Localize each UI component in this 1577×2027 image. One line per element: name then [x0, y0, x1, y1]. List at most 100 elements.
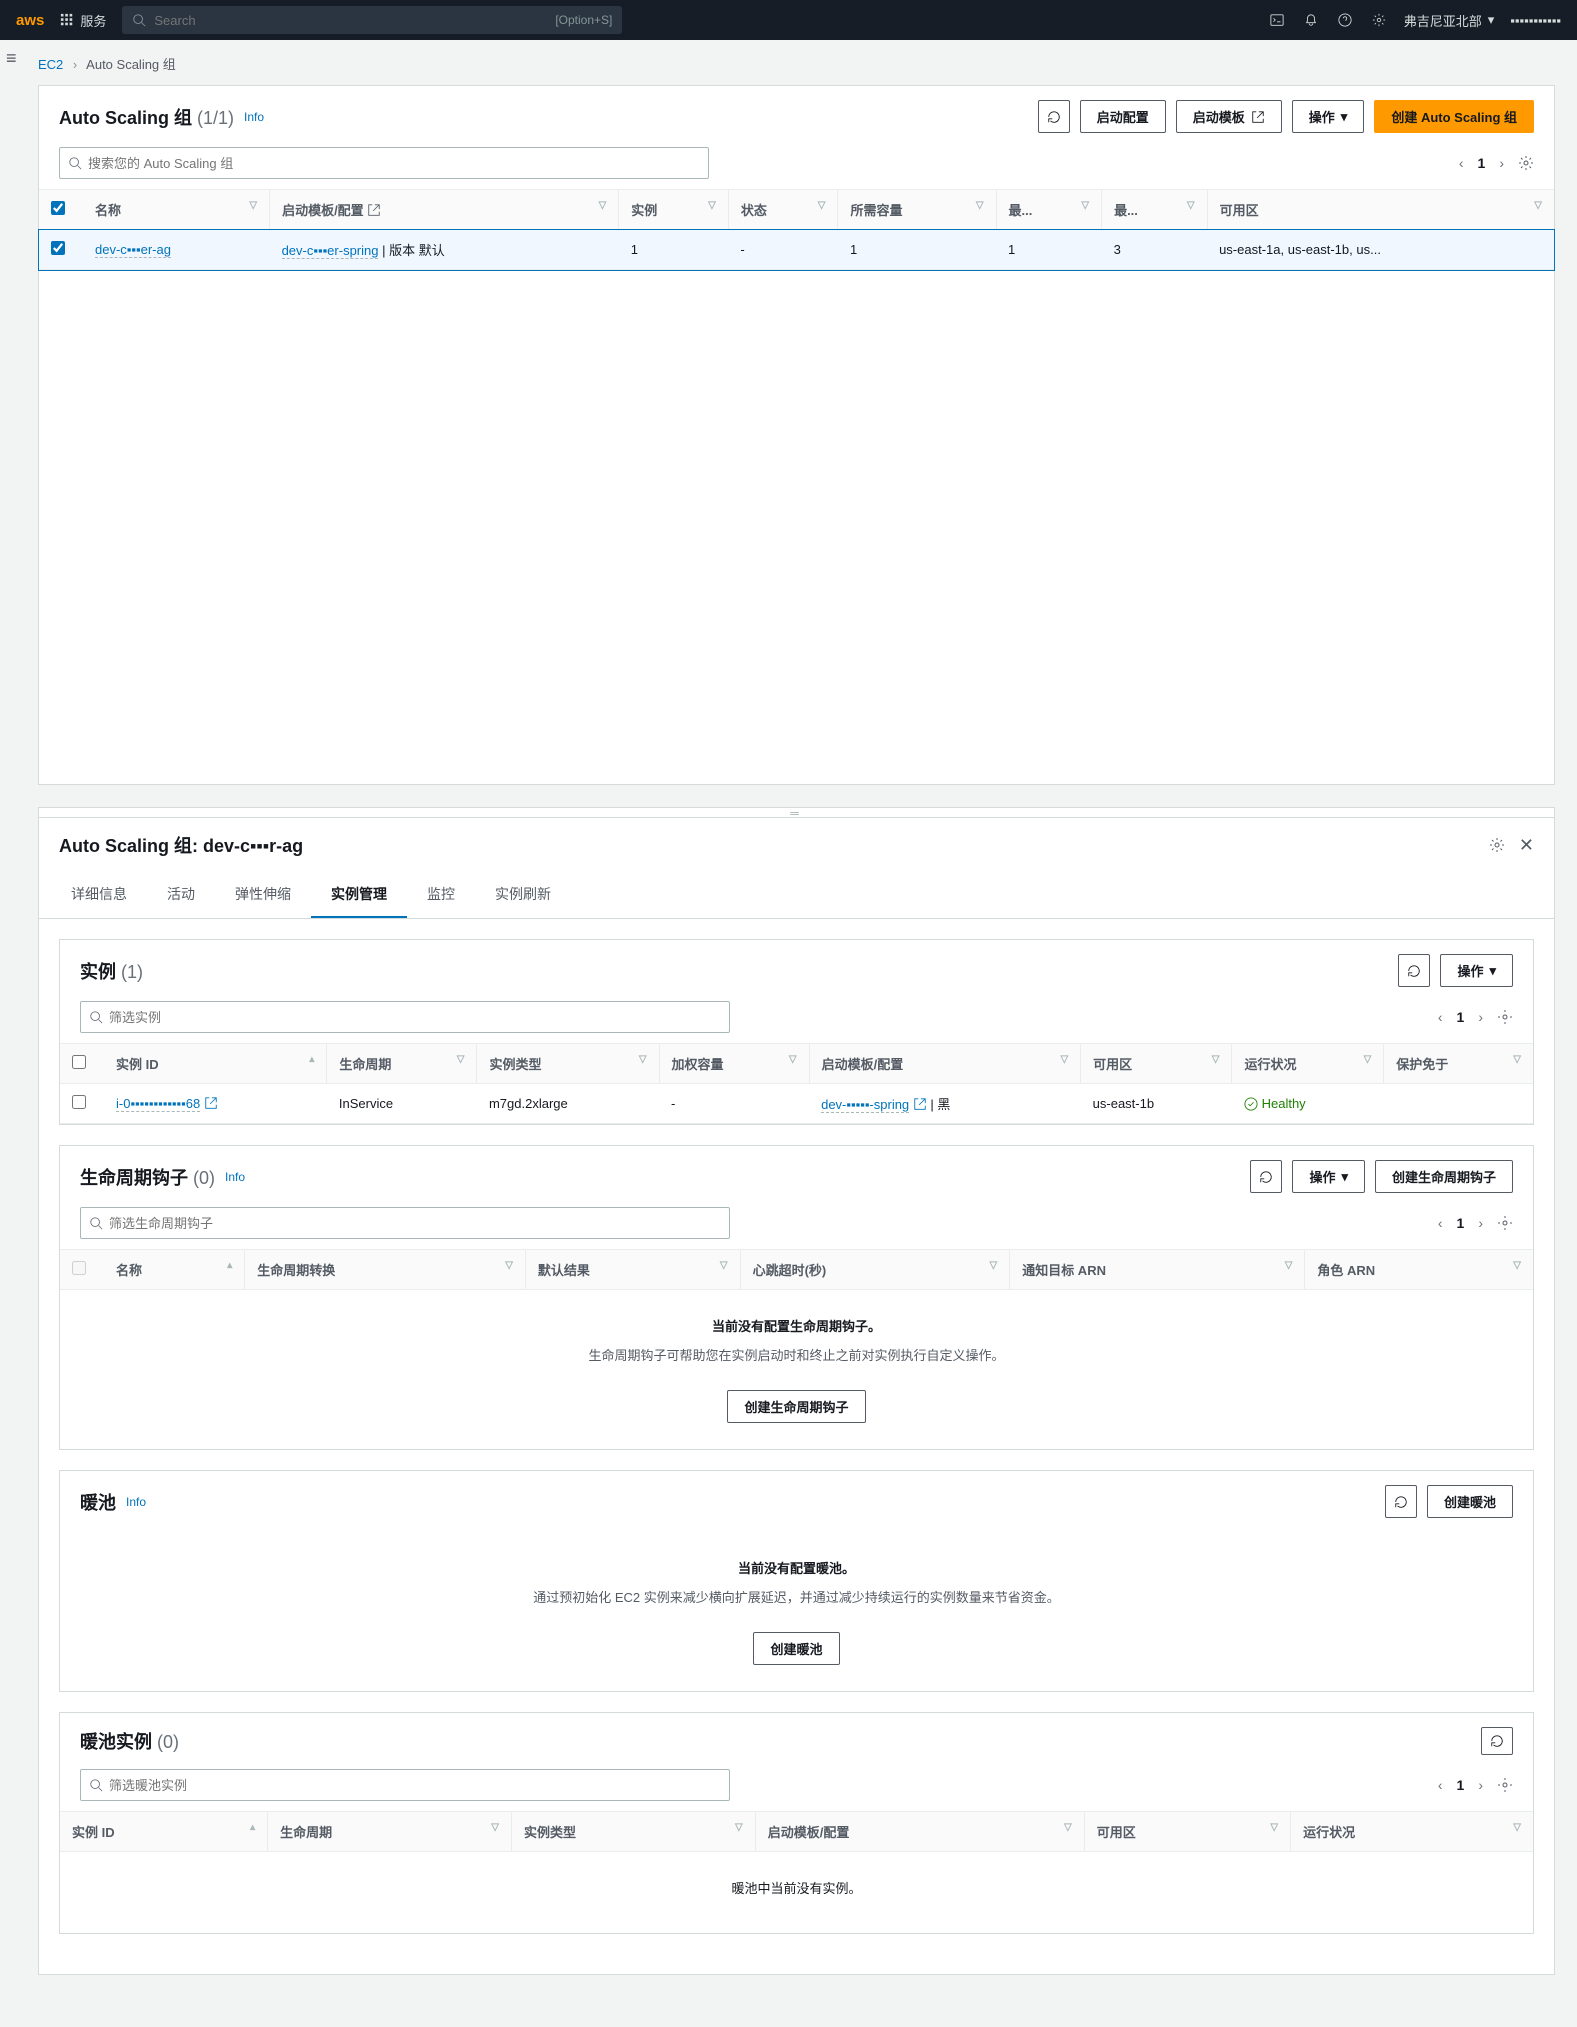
- asg-row[interactable]: dev-c▪▪▪er-ag dev-c▪▪▪er-spring | 版本 默认 …: [39, 230, 1554, 270]
- settings-icon[interactable]: [1497, 1009, 1513, 1025]
- global-search[interactable]: [Option+S]: [122, 6, 622, 34]
- settings-icon[interactable]: [1497, 1777, 1513, 1793]
- create-hook-button[interactable]: 创建生命周期钩子: [727, 1390, 865, 1423]
- warminst-filter-input[interactable]: [109, 1778, 721, 1793]
- col-type[interactable]: 实例类型: [489, 1057, 541, 1072]
- region-selector[interactable]: 弗吉尼亚北部 ▾: [1404, 11, 1495, 30]
- next-page-icon[interactable]: ›: [1478, 1215, 1483, 1231]
- tab-instance-mgmt[interactable]: 实例管理: [311, 872, 407, 918]
- create-warmpool-button[interactable]: 创建暖池: [753, 1632, 839, 1665]
- services-menu[interactable]: 服务: [60, 11, 106, 30]
- warminst-filter[interactable]: [80, 1769, 730, 1801]
- close-icon[interactable]: ✕: [1519, 835, 1534, 856]
- cloudshell-icon[interactable]: [1268, 11, 1286, 29]
- col-status[interactable]: 状态: [741, 203, 767, 218]
- external-link-icon[interactable]: [913, 1097, 927, 1111]
- prev-page-icon[interactable]: ‹: [1438, 1777, 1443, 1793]
- sidebar-toggle-icon[interactable]: ≡: [6, 48, 17, 69]
- col-az[interactable]: 可用区: [1097, 1825, 1136, 1840]
- col-lifecycle[interactable]: 生命周期: [280, 1825, 332, 1840]
- notifications-icon[interactable]: [1302, 11, 1320, 29]
- search-input[interactable]: [154, 13, 547, 28]
- col-az[interactable]: 可用区: [1093, 1057, 1132, 1072]
- next-page-icon[interactable]: ›: [1478, 1009, 1483, 1025]
- prev-page-icon[interactable]: ‹: [1438, 1215, 1443, 1231]
- col-az[interactable]: 可用区: [1220, 203, 1259, 218]
- asg-filter-input[interactable]: [88, 156, 700, 171]
- tab-monitor[interactable]: 监控: [407, 872, 475, 918]
- create-warmpool-button[interactable]: 创建暖池: [1427, 1485, 1513, 1518]
- col-health[interactable]: 运行状况: [1303, 1825, 1355, 1840]
- tab-elastic[interactable]: 弹性伸缩: [215, 872, 311, 918]
- refresh-button[interactable]: [1250, 1160, 1282, 1193]
- hooks-filter-input[interactable]: [109, 1216, 721, 1231]
- col-result[interactable]: 默认结果: [538, 1263, 590, 1278]
- col-id[interactable]: 实例 ID: [116, 1057, 159, 1072]
- settings-icon[interactable]: [1370, 11, 1388, 29]
- actions-button[interactable]: 操作 ▾: [1292, 1160, 1365, 1193]
- refresh-button[interactable]: [1481, 1727, 1513, 1755]
- resize-handle[interactable]: ═: [39, 808, 1554, 818]
- col-health[interactable]: 运行状况: [1244, 1057, 1296, 1072]
- col-weight[interactable]: 加权容量: [672, 1057, 724, 1072]
- asg-lt-link[interactable]: dev-c▪▪▪er-spring: [282, 243, 379, 259]
- next-page-icon[interactable]: ›: [1478, 1777, 1483, 1793]
- col-desired[interactable]: 所需容量: [850, 203, 902, 218]
- col-name[interactable]: 名称: [116, 1263, 142, 1278]
- settings-icon[interactable]: [1489, 837, 1505, 853]
- instance-lt-link[interactable]: dev-▪▪▪▪▪-spring: [821, 1097, 909, 1113]
- tab-activity[interactable]: 活动: [147, 872, 215, 918]
- instance-id-link[interactable]: i-0▪▪▪▪▪▪▪▪▪▪▪▪68: [116, 1096, 200, 1112]
- col-lt[interactable]: 启动模板/配置: [822, 1057, 904, 1072]
- warminst-title: 暖池实例: [80, 1732, 152, 1752]
- col-lt[interactable]: 启动模板/配置: [282, 203, 364, 218]
- create-hook-button[interactable]: 创建生命周期钩子: [1375, 1160, 1513, 1193]
- instances-filter-input[interactable]: [109, 1010, 721, 1025]
- col-name[interactable]: 名称: [95, 203, 121, 218]
- actions-button[interactable]: 操作 ▾: [1440, 954, 1513, 987]
- col-type[interactable]: 实例类型: [524, 1825, 576, 1840]
- warmpool-info-link[interactable]: Info: [126, 1495, 146, 1509]
- breadcrumb-ec2[interactable]: EC2: [38, 57, 63, 72]
- asg-info-link[interactable]: Info: [244, 110, 264, 124]
- launch-template-button[interactable]: 启动模板: [1176, 100, 1282, 133]
- asg-name-link[interactable]: dev-c▪▪▪er-ag: [95, 242, 171, 258]
- col-lt[interactable]: 启动模板/配置: [768, 1825, 850, 1840]
- col-id[interactable]: 实例 ID: [72, 1825, 115, 1840]
- instances-filter[interactable]: [80, 1001, 730, 1033]
- row-checkbox[interactable]: [51, 241, 65, 255]
- col-lifecycle[interactable]: 生命周期: [339, 1057, 391, 1072]
- col-transition[interactable]: 生命周期转换: [257, 1263, 335, 1278]
- tab-refresh[interactable]: 实例刷新: [475, 872, 571, 918]
- refresh-button[interactable]: [1038, 100, 1070, 133]
- hooks-info-link[interactable]: Info: [225, 1170, 245, 1184]
- refresh-button[interactable]: [1385, 1485, 1417, 1518]
- account-menu[interactable]: ▪▪▪▪▪▪▪▪▪▪▪: [1510, 13, 1561, 28]
- select-all-checkbox[interactable]: [51, 201, 65, 215]
- col-min[interactable]: 最...: [1009, 203, 1033, 218]
- asg-filter[interactable]: [59, 147, 709, 179]
- instance-row[interactable]: i-0▪▪▪▪▪▪▪▪▪▪▪▪68 InService m7gd.2xlarge…: [60, 1084, 1533, 1124]
- create-asg-button[interactable]: 创建 Auto Scaling 组: [1374, 100, 1534, 133]
- col-heartbeat[interactable]: 心跳超时(秒): [753, 1263, 827, 1278]
- refresh-button[interactable]: [1398, 954, 1430, 987]
- next-page-icon[interactable]: ›: [1499, 155, 1504, 171]
- row-checkbox[interactable]: [72, 1095, 86, 1109]
- actions-button[interactable]: 操作 ▾: [1292, 100, 1365, 133]
- col-target[interactable]: 通知目标 ARN: [1022, 1263, 1106, 1278]
- external-link-icon[interactable]: [204, 1096, 218, 1110]
- settings-icon[interactable]: [1518, 155, 1534, 171]
- settings-icon[interactable]: [1497, 1215, 1513, 1231]
- prev-page-icon[interactable]: ‹: [1438, 1009, 1443, 1025]
- launch-config-button[interactable]: 启动配置: [1080, 100, 1166, 133]
- hooks-filter[interactable]: [80, 1207, 730, 1239]
- help-icon[interactable]: [1336, 11, 1354, 29]
- prev-page-icon[interactable]: ‹: [1459, 155, 1464, 171]
- col-role[interactable]: 角色 ARN: [1317, 1263, 1375, 1278]
- col-protect[interactable]: 保护免于: [1396, 1057, 1448, 1072]
- select-all-checkbox[interactable]: [72, 1055, 86, 1069]
- col-instances[interactable]: 实例: [631, 203, 657, 218]
- aws-logo[interactable]: aws: [16, 12, 44, 29]
- tab-details[interactable]: 详细信息: [51, 872, 147, 918]
- col-max[interactable]: 最...: [1114, 203, 1138, 218]
